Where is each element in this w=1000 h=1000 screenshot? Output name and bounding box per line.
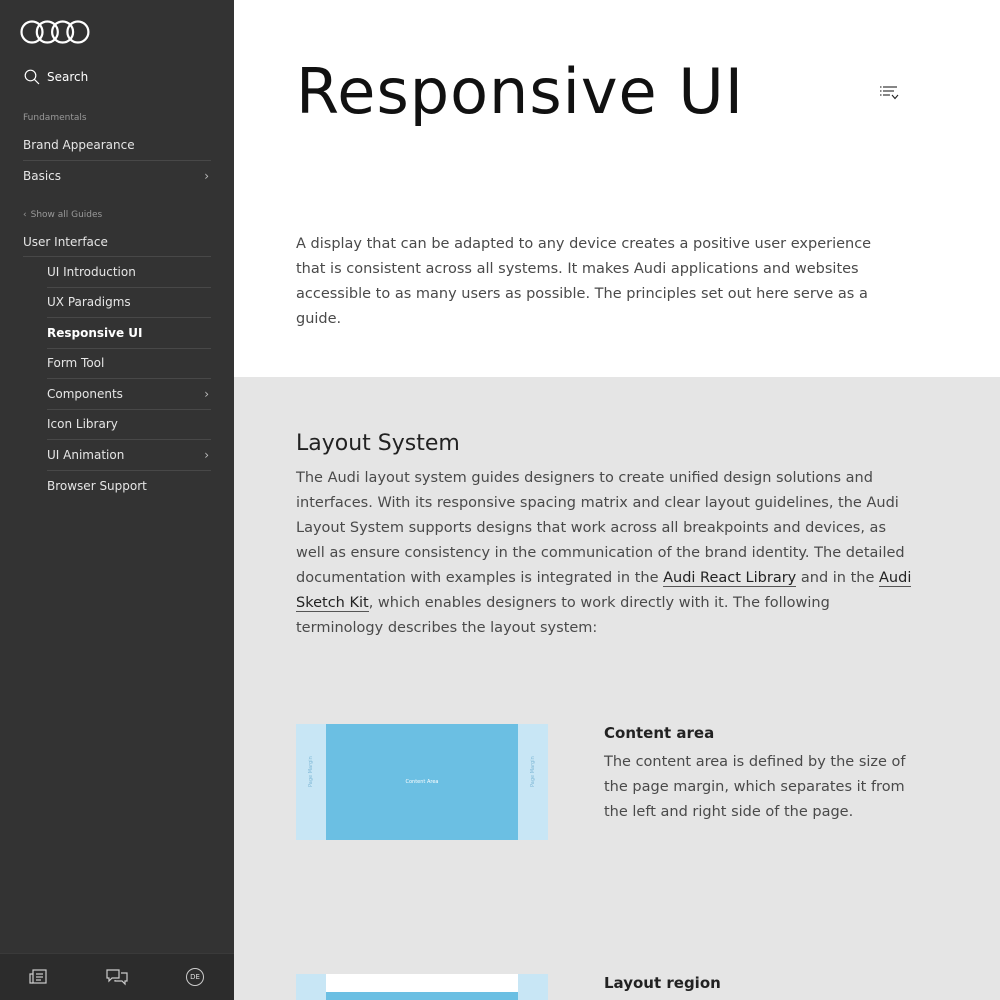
news-button[interactable] (27, 965, 51, 989)
paragraph-text: , which enables designers to work direct… (296, 595, 830, 636)
sidebar-item-label: UI Introduction (47, 264, 136, 279)
sidebar-item-components[interactable]: Components › (47, 379, 211, 410)
sidebar-item-basics[interactable]: Basics › (23, 161, 211, 192)
table-of-contents-button[interactable] (879, 82, 901, 104)
page-margin-label-right: Page Margin (530, 756, 536, 787)
content-area-label: Content Area (405, 779, 439, 785)
sidebar-item-ux-paradigms[interactable]: UX Paradigms (47, 288, 211, 318)
language-button[interactable]: DE (183, 965, 207, 989)
sidebar-item-user-interface[interactable]: User Interface (23, 227, 211, 257)
sidebar-item-ui-animation[interactable]: UI Animation › (47, 440, 211, 471)
chevron-right-icon: › (204, 168, 209, 183)
list-menu-icon (880, 86, 899, 100)
content-area-block: Content Area (326, 724, 518, 840)
content-area-title: Content area (604, 724, 715, 742)
intro-paragraph: A display that can be adapted to any dev… (296, 236, 872, 327)
paragraph-text: and in the (796, 570, 879, 586)
page-margin-label-left: Page Margin (308, 756, 314, 787)
layout-region-block (326, 992, 518, 1000)
sidebar-item-label: Responsive UI (47, 325, 143, 340)
chevron-right-icon: › (204, 386, 209, 401)
search-button[interactable]: Search (24, 69, 88, 85)
layout-system-section: Layout System The Audi layout system gui… (234, 377, 1000, 1000)
show-all-guides-label: Show all Guides (30, 210, 103, 220)
content-area-text: The content area is defined by the size … (604, 754, 906, 820)
user-interface-subnav: UI Introduction UX Paradigms Responsive … (47, 257, 211, 501)
language-icon: DE (186, 968, 204, 986)
audi-react-library-link[interactable]: Audi React Library (663, 570, 797, 587)
section-title: Layout System (296, 431, 460, 456)
page-title: Responsive UI (296, 55, 745, 128)
audi-logo-icon[interactable] (20, 19, 90, 45)
fundamentals-nav: Brand Appearance Basics › (23, 130, 211, 191)
section-label-fundamentals: Fundamentals (23, 113, 87, 123)
content-area-diagram: Page Margin Content Area Page Margin (296, 724, 548, 840)
sidebar-footer: DE (0, 953, 234, 1000)
show-all-guides-link[interactable]: ‹ Show all Guides (23, 210, 102, 220)
main-content: Responsive UI A display that can be adap… (234, 0, 1000, 1000)
feedback-button[interactable] (105, 965, 129, 989)
layout-system-paragraph: The Audi layout system guides designers … (296, 466, 916, 641)
sidebar-item-label: User Interface (23, 234, 108, 249)
sidebar-item-label: Components (47, 386, 123, 401)
chevron-left-icon: ‹ (23, 210, 27, 220)
sidebar-item-form-tool[interactable]: Form Tool (47, 349, 211, 379)
search-icon (24, 69, 40, 85)
paragraph-text: The Audi layout system guides designers … (296, 470, 905, 586)
news-icon (29, 969, 47, 984)
sidebar-item-icon-library[interactable]: Icon Library (47, 410, 211, 440)
layout-region-title: Layout region (604, 974, 721, 992)
sidebar-item-label: Icon Library (47, 417, 118, 432)
search-label: Search (47, 70, 89, 84)
chevron-right-icon: › (204, 447, 209, 462)
hero-section: Responsive UI A display that can be adap… (234, 0, 1000, 377)
layout-region-header-block (326, 974, 518, 992)
sidebar-item-label: Basics (23, 168, 62, 183)
feedback-icon (106, 969, 128, 986)
sidebar-item-ui-introduction[interactable]: UI Introduction (47, 257, 211, 288)
sidebar-item-brand-appearance[interactable]: Brand Appearance (23, 130, 211, 161)
sidebar: Search Fundamentals Brand Appearance Bas… (0, 0, 234, 1000)
sidebar-item-label: Browser Support (47, 478, 147, 493)
sidebar-item-browser-support[interactable]: Browser Support (47, 471, 211, 502)
sidebar-item-label: Brand Appearance (23, 137, 135, 152)
sidebar-item-label: Form Tool (47, 356, 105, 371)
sidebar-item-label: UX Paradigms (47, 295, 131, 310)
sidebar-item-responsive-ui[interactable]: Responsive UI (47, 318, 211, 349)
sidebar-item-label: UI Animation (47, 447, 125, 462)
layout-region-diagram (296, 974, 548, 1000)
